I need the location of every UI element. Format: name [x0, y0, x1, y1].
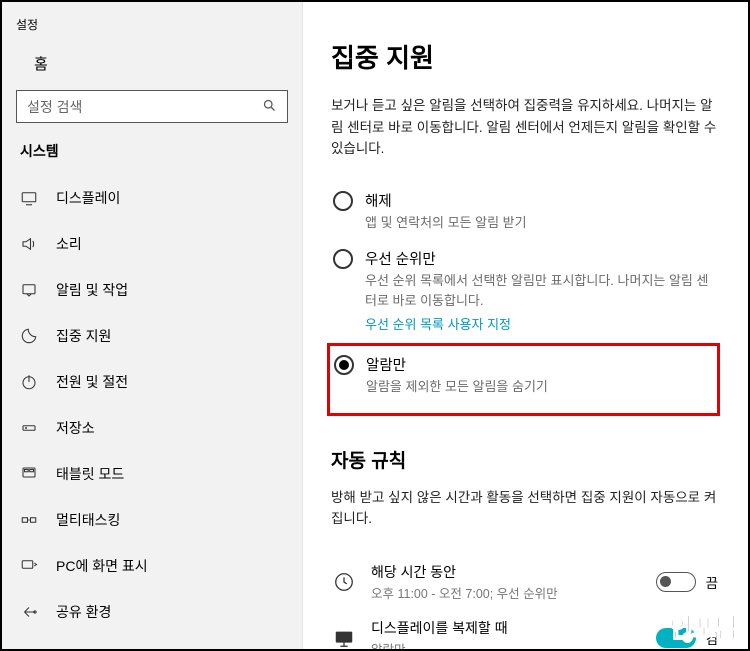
auto-rules-heading: 자동 규칙 — [331, 446, 720, 473]
storage-icon — [20, 419, 38, 437]
rule-display-sub: 알람만 — [371, 639, 640, 649]
sidebar-item-multitask[interactable]: 멀티태스킹 — [2, 497, 302, 543]
radio-alarms-label: 알람만 — [366, 354, 709, 375]
sidebar-item-label: 알림 및 작업 — [56, 280, 128, 300]
radio-button-icon — [333, 249, 353, 269]
priority-customize-link[interactable]: 우선 순위 목록 사용자 지정 — [365, 314, 718, 333]
sidebar-item-label: 소리 — [56, 234, 82, 254]
power-icon — [20, 373, 38, 391]
sidebar-item-storage[interactable]: 저장소 — [2, 405, 302, 451]
settings-sidebar: 설정 홈 시스템 디스플레이 소리 알림 및 — [2, 2, 303, 649]
display-icon — [20, 189, 38, 207]
sidebar-item-project[interactable]: PC에 화면 표시 — [2, 543, 302, 589]
sidebar-item-sound[interactable]: 소리 — [2, 221, 302, 267]
home-label: 홈 — [34, 53, 48, 74]
highlight-annotation: 알람만 알람을 제외한 모든 알림을 숨기기 — [327, 343, 720, 416]
clock-icon — [333, 571, 355, 593]
rule-time-state: 끔 — [706, 572, 718, 592]
sidebar-item-notifications[interactable]: 알림 및 작업 — [2, 267, 302, 313]
search-input[interactable] — [27, 99, 262, 115]
main-content: 집중 지원 보거나 듣고 싶은 알림을 선택하여 집중력을 유지하세요. 나머지… — [303, 2, 748, 649]
moon-icon — [20, 327, 38, 345]
sidebar-item-label: PC에 화면 표시 — [56, 556, 148, 576]
radio-button-icon — [334, 355, 354, 375]
radio-alarms-desc: 알람을 제외한 모든 알림을 숨기기 — [366, 377, 709, 397]
sidebar-item-power[interactable]: 전원 및 절전 — [2, 359, 302, 405]
page-intro: 보거나 듣고 싶은 알림을 선택하여 집중력을 유지하세요. 나머지는 알림 센… — [331, 95, 720, 160]
radio-off-label: 해제 — [365, 190, 718, 211]
search-box[interactable] — [16, 90, 288, 123]
sidebar-item-label: 집중 지원 — [56, 326, 111, 346]
sidebar-item-label: 태블릿 모드 — [56, 464, 124, 484]
rule-time-sub: 오후 11:00 - 오전 7:00; 우선 순위만 — [371, 583, 640, 602]
focus-mode-radio-group: 해제 앱 및 연락처의 모든 알림 받기 우선 순위만 우선 순위 목록에서 선… — [331, 184, 720, 416]
sidebar-item-focus-assist[interactable]: 집중 지원 — [2, 313, 302, 359]
sidebar-item-display[interactable]: 디스플레이 — [2, 175, 302, 221]
sidebar-nav: 디스플레이 소리 알림 및 작업 집중 지원 전원 및 절전 저장소 — [2, 175, 302, 649]
page-title: 집중 지원 — [331, 38, 720, 75]
rule-display-title: 디스플레이를 복제할 때 — [371, 618, 640, 638]
radio-off-desc: 앱 및 연락처의 모든 알림 받기 — [365, 213, 718, 233]
rule-time-title: 해당 시간 동안 — [371, 562, 640, 582]
home-nav[interactable]: 홈 — [2, 43, 302, 86]
project-icon — [20, 557, 38, 575]
search-icon — [262, 98, 277, 116]
watermark: 인포탑 — [669, 608, 738, 645]
radio-priority[interactable]: 우선 순위만 우선 순위 목록에서 선택한 알림만 표시합니다. 나머지는 알림… — [331, 242, 720, 343]
auto-rules-desc: 방해 받고 싶지 않은 시간과 활동을 선택하면 집중 지원이 자동으로 켜집니… — [331, 487, 720, 530]
monitor-icon — [333, 627, 355, 649]
radio-off[interactable]: 해제 앱 및 연락처의 모든 알림 받기 — [331, 184, 720, 243]
tablet-icon — [20, 465, 38, 483]
sound-icon — [20, 235, 38, 253]
sidebar-item-label: 저장소 — [56, 418, 95, 438]
radio-alarms[interactable]: 알람만 알람을 제외한 모든 알림을 숨기기 — [332, 348, 711, 407]
sidebar-item-label: 디스플레이 — [56, 188, 120, 208]
app-title: 설정 — [2, 12, 302, 43]
sidebar-item-label: 멀티태스킹 — [56, 510, 120, 530]
sidebar-item-label: 공유 환경 — [56, 602, 111, 622]
radio-button-icon — [333, 191, 353, 211]
share-icon — [20, 603, 38, 621]
radio-priority-label: 우선 순위만 — [365, 248, 718, 269]
rule-duplicate-display[interactable]: 디스플레이를 복제할 때 알람만 켬 — [331, 610, 720, 649]
sidebar-item-label: 전원 및 절전 — [56, 372, 128, 392]
sidebar-item-tablet[interactable]: 태블릿 모드 — [2, 451, 302, 497]
rule-time-toggle[interactable] — [656, 572, 696, 592]
rule-time[interactable]: 해당 시간 동안 오후 11:00 - 오전 7:00; 우선 순위만 끔 — [331, 554, 720, 610]
multitask-icon — [20, 511, 38, 529]
radio-priority-desc: 우선 순위 목록에서 선택한 알림만 표시합니다. 나머지는 알림 센터로 바로… — [365, 271, 718, 310]
notification-icon — [20, 281, 38, 299]
section-title: 시스템 — [2, 141, 302, 175]
sidebar-item-share[interactable]: 공유 환경 — [2, 589, 302, 635]
